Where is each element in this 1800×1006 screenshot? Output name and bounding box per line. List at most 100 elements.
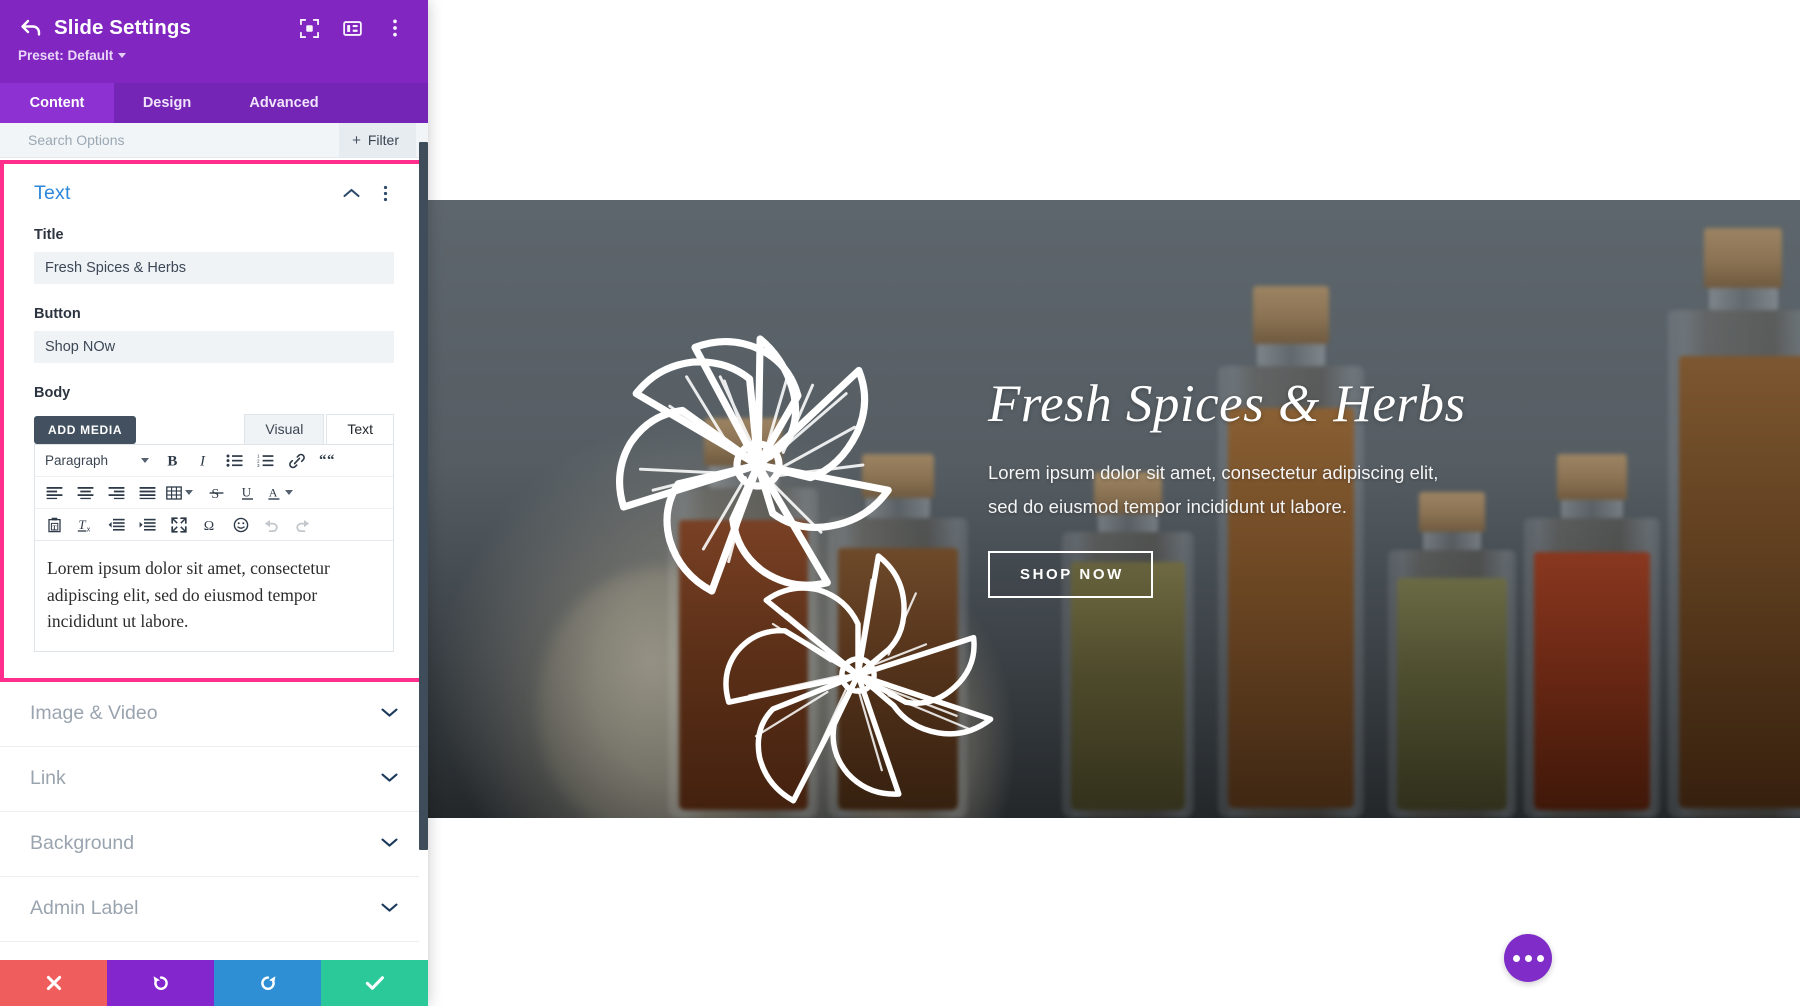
panel-tabs: Content Design Advanced [0, 83, 428, 123]
section-image-and-video[interactable]: Image & Video [0, 681, 428, 747]
emoji-icon[interactable] [225, 512, 256, 537]
text-section: Text Title Fresh Spices & Herbs Button S… [0, 160, 428, 682]
align-center-icon[interactable] [70, 480, 101, 505]
svg-text:U: U [242, 485, 252, 499]
section-label: Link [30, 767, 66, 790]
section-admin-label[interactable]: Admin Label [0, 876, 428, 942]
tab-text[interactable]: Text [326, 414, 394, 444]
color-dropdown-caret-icon[interactable] [285, 490, 293, 495]
search-input[interactable] [0, 123, 340, 157]
filter-button[interactable]: + Filter [339, 123, 416, 157]
button-text-input[interactable] [34, 331, 394, 363]
clear-formatting-icon[interactable]: T x [70, 512, 101, 537]
panel-body: Text Title Fresh Spices & Herbs Button S… [0, 158, 428, 960]
blockquote-icon[interactable]: ““ [312, 448, 343, 473]
tab-visual[interactable]: Visual [244, 414, 325, 444]
text-section-header[interactable]: Text [34, 182, 394, 205]
builder-fab-button[interactable] [1504, 934, 1552, 982]
title-input[interactable] [34, 252, 394, 284]
panel-header: Slide Settings Preset: Default [0, 0, 428, 83]
tab-design[interactable]: Design [114, 83, 220, 123]
filter-label: Filter [367, 132, 399, 148]
redo-icon[interactable] [287, 512, 318, 537]
editor-toolbar-row-1: Paragraph B I 1 2 3 “ “ [35, 445, 393, 477]
vertical-dots-icon[interactable] [384, 17, 406, 39]
bulleted-list-icon[interactable] [219, 448, 250, 473]
page-preview: Fresh Spices & Herbs Lorem ipsum dolor s… [428, 0, 1800, 1006]
link-icon[interactable] [281, 448, 312, 473]
panel-layout-icon[interactable] [341, 17, 363, 39]
svg-text:S: S [211, 487, 219, 501]
chevron-down-icon [118, 53, 127, 58]
scrollbar-thumb[interactable] [419, 142, 428, 850]
special-character-icon[interactable]: Ω [194, 512, 225, 537]
panel-scrollbar[interactable] [419, 142, 428, 960]
italic-icon[interactable]: I [188, 448, 219, 473]
three-dots-icon-dot [1512, 954, 1520, 962]
spice-jar [828, 438, 968, 818]
indent-icon[interactable] [132, 512, 163, 537]
title-field-label: Title [34, 227, 64, 243]
align-right-icon[interactable] [101, 480, 132, 505]
save-button[interactable] [321, 960, 428, 1006]
three-dots-icon-dot [1524, 954, 1532, 962]
cancel-button[interactable] [0, 960, 107, 1006]
body-textarea[interactable]: Lorem ipsum dolor sit amet, consectetur … [35, 541, 393, 651]
paste-as-text-icon[interactable]: T [39, 512, 70, 537]
editor-toolbar-row-3: T T x Ω [35, 509, 393, 541]
strikethrough-icon[interactable]: S [201, 480, 232, 505]
svg-text:I: I [199, 453, 206, 469]
chevron-down-icon [381, 835, 398, 853]
chevron-down-icon [381, 900, 398, 918]
target-focus-icon[interactable] [298, 17, 320, 39]
numbered-list-icon[interactable]: 1 2 3 [250, 448, 281, 473]
slide-body-line-1: Lorem ipsum dolor sit amet, consectetur … [988, 462, 1439, 484]
outdent-icon[interactable] [101, 512, 132, 537]
align-justify-icon[interactable] [132, 480, 163, 505]
slide-settings-panel: Slide Settings Preset: Default Content D… [0, 0, 428, 1006]
plus-icon: + [352, 131, 361, 149]
spice-jar [1668, 218, 1800, 818]
svg-text:Ω: Ω [203, 519, 213, 533]
underline-icon[interactable]: U [232, 480, 263, 505]
svg-text:T: T [78, 517, 86, 532]
fullscreen-icon[interactable] [163, 512, 194, 537]
search-row: + Filter [0, 123, 428, 158]
align-left-icon[interactable] [39, 480, 70, 505]
section-link[interactable]: Link [0, 746, 428, 812]
svg-text:A: A [269, 485, 278, 499]
shop-now-button[interactable]: SHOP NOW [988, 550, 1153, 598]
tab-advanced[interactable]: Advanced [220, 83, 348, 123]
redo-button[interactable] [214, 960, 321, 1006]
wp-editor: ADD MEDIA Visual Text Paragraph B I 1 2 … [34, 410, 394, 652]
page-title: Slide Settings [54, 16, 191, 39]
table-icon[interactable] [163, 480, 185, 505]
chevron-up-icon[interactable] [342, 185, 360, 203]
builder-screen: Slide Settings Preset: Default Content D… [0, 0, 1800, 1006]
preset-selector[interactable]: Preset: Default [18, 48, 410, 63]
undo-icon[interactable] [256, 512, 287, 537]
undo-button[interactable] [107, 960, 214, 1006]
table-dropdown-caret-icon[interactable] [185, 490, 193, 495]
panel-header-icons [298, 17, 410, 39]
format-select[interactable]: Paragraph [39, 449, 157, 473]
text-color-icon[interactable]: A [263, 480, 285, 505]
fullwidth-slider-module[interactable]: Fresh Spices & Herbs Lorem ipsum dolor s… [428, 200, 1800, 818]
svg-text:B: B [167, 453, 177, 469]
tab-content[interactable]: Content [0, 83, 114, 123]
preset-label: Preset: Default [18, 48, 114, 63]
svg-text:3: 3 [257, 463, 260, 468]
chevron-down-icon [381, 705, 398, 723]
section-background[interactable]: Background [0, 811, 428, 877]
add-media-button[interactable]: ADD MEDIA [34, 416, 137, 444]
format-select-value: Paragraph [45, 453, 109, 468]
editor-box: Paragraph B I 1 2 3 “ “ S U A T T x Ω Lo… [34, 444, 394, 652]
title-field-block: Title [34, 227, 394, 284]
slide-title: Fresh Spices & Herbs [988, 375, 1466, 433]
back-arrow-icon[interactable] [18, 15, 44, 41]
section-label: Admin Label [30, 897, 139, 920]
section-options-icon[interactable] [376, 185, 394, 203]
editor-mode-tabs: Visual Text [244, 414, 394, 444]
bold-icon[interactable]: B [157, 448, 188, 473]
svg-text:“: “ [319, 453, 327, 468]
